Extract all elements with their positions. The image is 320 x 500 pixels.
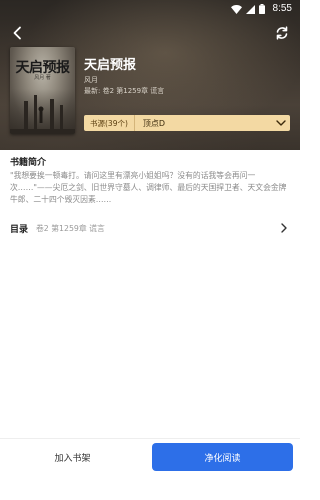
source-count: 书源(39个) bbox=[84, 115, 135, 131]
bottom-action-bar: 加入书架 净化阅读 bbox=[0, 438, 300, 500]
book-header: 8:55 天启预报 风月 著 天启预报 风月 最新: 卷2 第1259章 谎言 … bbox=[0, 0, 300, 150]
book-title: 天启预报 bbox=[84, 58, 137, 73]
add-to-shelf-button[interactable]: 加入书架 bbox=[0, 439, 145, 475]
signal-icon bbox=[245, 0, 255, 18]
read-button[interactable]: 净化阅读 bbox=[152, 443, 293, 471]
wifi-icon bbox=[230, 0, 242, 18]
chevron-right-icon bbox=[278, 222, 290, 234]
intro-heading: 书籍简介 bbox=[10, 158, 47, 168]
status-time: 8:55 bbox=[272, 2, 292, 14]
cover-subtitle: 风月 著 bbox=[34, 75, 51, 81]
refresh-icon bbox=[276, 26, 288, 40]
cover-illustration bbox=[10, 89, 75, 134]
source-name: 顶点D bbox=[142, 118, 166, 128]
battery-icon bbox=[258, 0, 265, 18]
source-selector[interactable]: 书源(39个) 顶点D bbox=[84, 115, 290, 131]
latest-chapter: 最新: 卷2 第1259章 谎言 bbox=[84, 87, 165, 95]
back-button[interactable] bbox=[6, 21, 30, 45]
status-bar: 8:55 bbox=[0, 0, 300, 16]
toc-row[interactable]: 目录 卷2 第1259章 谎言 bbox=[10, 220, 290, 236]
back-arrow-icon bbox=[13, 26, 21, 40]
refresh-button[interactable] bbox=[270, 21, 294, 45]
book-cover[interactable]: 天启预报 风月 著 bbox=[10, 47, 75, 134]
toc-label: 目录 bbox=[10, 224, 29, 235]
intro-text: "我想要挨一顿毒打。请问这里有漂亮小姐姐吗？没有的话我等会再问一次……"——尖厄… bbox=[10, 171, 287, 204]
chevron-down-icon bbox=[272, 115, 290, 131]
book-author[interactable]: 风月 bbox=[84, 75, 98, 85]
toc-latest-chapter: 卷2 第1259章 谎言 bbox=[36, 223, 105, 233]
